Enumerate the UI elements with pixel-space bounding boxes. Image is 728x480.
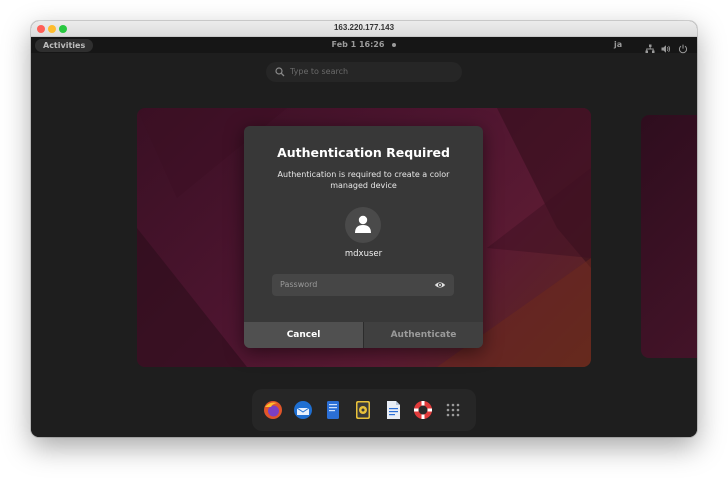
remote-window: 163.220.177.143 Activities Feb 1 16:26 j… [31, 21, 697, 437]
search-icon [275, 67, 285, 77]
window-title: 163.220.177.143 [333, 23, 395, 32]
notification-dot-icon [392, 42, 397, 47]
authenticate-button[interactable]: Authenticate [364, 322, 483, 348]
rhythmbox-icon[interactable] [352, 399, 374, 421]
gnome-desktop: Activities Feb 1 16:26 ja Type to search [31, 37, 697, 437]
app-grid-icon[interactable] [442, 399, 464, 421]
search-entry[interactable]: Type to search [266, 62, 462, 82]
dialog-message: Authentication is required to create a c… [277, 170, 450, 190]
help-icon[interactable] [412, 399, 434, 421]
next-workspace-thumbnail[interactable] [641, 115, 697, 358]
user-avatar [345, 207, 381, 243]
dialog-title: Authentication Required [277, 145, 450, 160]
dash-dock [252, 389, 476, 431]
top-bar: Activities Feb 1 16:26 ja [31, 37, 697, 54]
show-password-icon[interactable] [434, 279, 446, 291]
window-titlebar: 163.220.177.143 [31, 21, 697, 37]
clock-text: Feb 1 16:26 [331, 40, 385, 49]
clock[interactable]: Feb 1 16:26 [31, 40, 697, 49]
writer-icon[interactable] [382, 399, 404, 421]
thunderbird-icon[interactable] [292, 399, 314, 421]
input-language-indicator[interactable]: ja [614, 40, 622, 49]
password-field[interactable]: Password [272, 274, 454, 296]
password-placeholder: Password [280, 280, 318, 289]
search-placeholder: Type to search [290, 67, 349, 76]
firefox-icon[interactable] [262, 399, 284, 421]
user-icon [355, 215, 371, 233]
network-icon[interactable] [645, 39, 655, 53]
volume-icon[interactable] [661, 39, 671, 53]
authentication-dialog: Authentication Required Authentication i… [244, 126, 483, 348]
username-label: mdxuser [344, 249, 383, 259]
power-icon[interactable] [678, 39, 688, 54]
text-editor-icon[interactable] [322, 399, 344, 421]
cancel-button[interactable]: Cancel [244, 322, 363, 348]
